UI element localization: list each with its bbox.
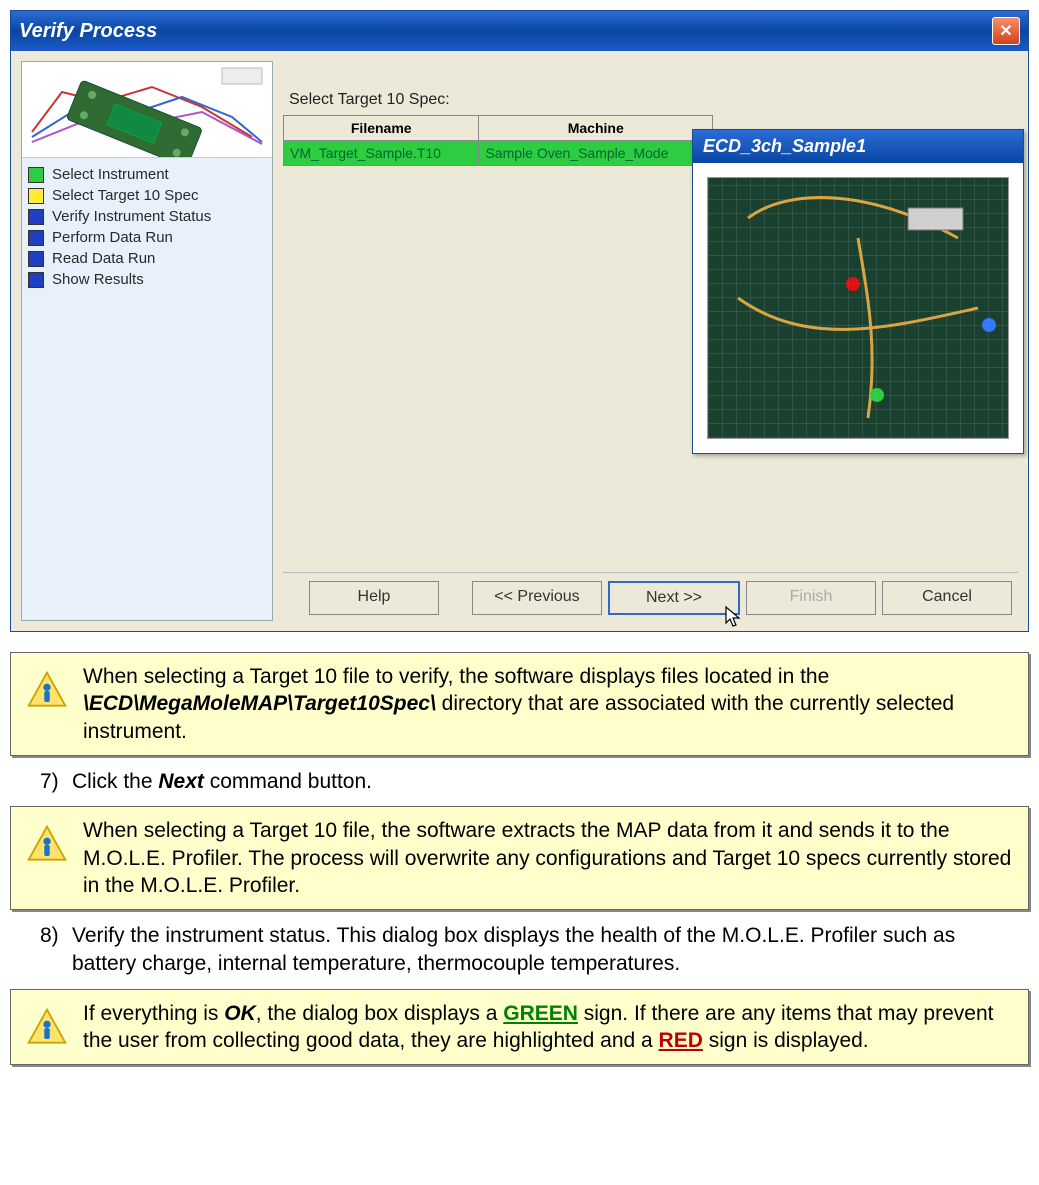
status-box-yellow xyxy=(28,188,44,204)
info-icon xyxy=(25,669,69,713)
step-label: Verify Instrument Status xyxy=(52,208,211,225)
select-spec-label: Select Target 10 Spec: xyxy=(289,91,1018,109)
note-text: If everything is OK, the dialog box disp… xyxy=(83,1000,1014,1055)
step-verify-status: Verify Instrument Status xyxy=(28,206,266,227)
titlebar: Verify Process ✕ xyxy=(11,11,1028,51)
wizard-main-panel: Select Target 10 Spec: Filename Machine … xyxy=(283,61,1018,621)
verify-process-dialog: Verify Process ✕ xyxy=(10,10,1029,632)
cell-machine: Sample Oven_Sample_Mode xyxy=(479,141,713,166)
wizard-sidebar: Select Instrument Select Target 10 Spec … xyxy=(21,61,273,621)
close-icon: ✕ xyxy=(999,21,1012,41)
step-show-results: Show Results xyxy=(28,269,266,290)
info-note-3: If everything is OK, the dialog box disp… xyxy=(10,989,1029,1066)
cursor-icon xyxy=(724,605,744,635)
note-text: When selecting a Target 10 file to verif… xyxy=(83,663,1014,745)
step-read-run: Read Data Run xyxy=(28,248,266,269)
cancel-button[interactable]: Cancel xyxy=(882,581,1012,615)
step-label: Read Data Run xyxy=(52,250,155,267)
probe-dot-green xyxy=(870,388,884,402)
step-7: 7)Click the Next command button. xyxy=(40,768,1029,796)
close-button[interactable]: ✕ xyxy=(992,17,1020,45)
info-icon xyxy=(25,823,69,867)
step-label: Select Target 10 Spec xyxy=(52,187,198,204)
status-box-blue xyxy=(28,230,44,246)
next-button[interactable]: Next >> xyxy=(608,581,740,615)
info-note-1: When selecting a Target 10 file to verif… xyxy=(10,652,1029,756)
status-box-blue xyxy=(28,272,44,288)
window-title: Verify Process xyxy=(19,20,157,43)
status-box-blue xyxy=(28,251,44,267)
info-icon xyxy=(25,1006,69,1050)
step-label: Show Results xyxy=(52,271,144,288)
sample-preview-window: ECD_3ch_Sample1 xyxy=(692,129,1024,454)
step-perform-run: Perform Data Run xyxy=(28,227,266,248)
sidebar-chart-thumbnail xyxy=(22,62,272,158)
wizard-button-bar: Help << Previous Next >> Finish Cancel xyxy=(283,572,1018,621)
status-box-blue xyxy=(28,209,44,225)
next-button-label: Next >> xyxy=(646,589,702,606)
step-number: 7) xyxy=(40,768,72,796)
cell-filename: VM_Target_Sample.T10 xyxy=(284,141,479,166)
probe-dot-blue xyxy=(982,318,996,332)
step-number: 8) xyxy=(40,922,72,950)
pcb-image xyxy=(707,177,1009,439)
status-box-green xyxy=(28,167,44,183)
step-8: 8)Verify the instrument status. This dia… xyxy=(40,922,1029,979)
finish-button: Finish xyxy=(746,581,876,615)
col-machine[interactable]: Machine xyxy=(479,116,713,141)
step-label: Perform Data Run xyxy=(52,229,173,246)
spec-table[interactable]: Filename Machine VM_Target_Sample.T10 Sa… xyxy=(283,115,713,166)
previous-button[interactable]: << Previous xyxy=(472,581,602,615)
step-select-target10: Select Target 10 Spec xyxy=(28,185,266,206)
step-select-instrument: Select Instrument xyxy=(28,164,266,185)
wizard-steps-list: Select Instrument Select Target 10 Spec … xyxy=(22,158,272,296)
probe-dot-red xyxy=(846,277,860,291)
col-filename[interactable]: Filename xyxy=(284,116,479,141)
preview-title: ECD_3ch_Sample1 xyxy=(693,130,1023,163)
info-note-2: When selecting a Target 10 file, the sof… xyxy=(10,806,1029,910)
help-button[interactable]: Help xyxy=(309,581,439,615)
table-row[interactable]: VM_Target_Sample.T10 Sample Oven_Sample_… xyxy=(284,141,713,166)
step-label: Select Instrument xyxy=(52,166,169,183)
note-text: When selecting a Target 10 file, the sof… xyxy=(83,817,1014,899)
